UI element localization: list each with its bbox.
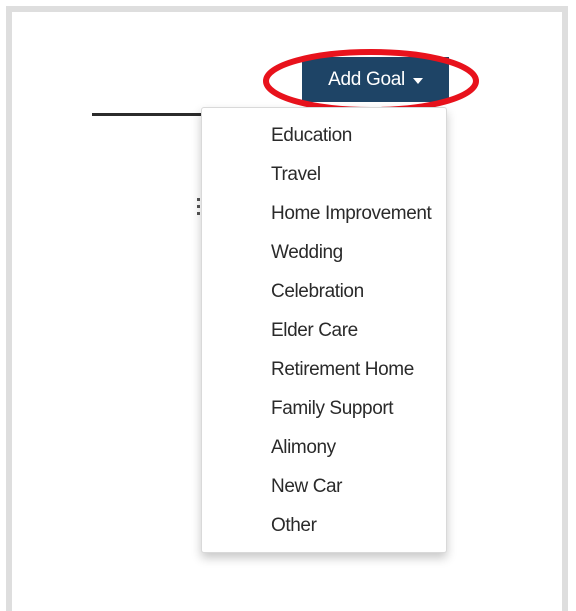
menu-item-retirement-home[interactable]: Retirement Home [242, 350, 446, 389]
add-goal-label: Add Goal [328, 68, 405, 90]
menu-item-home-improvement[interactable]: Home Improvement [242, 194, 446, 233]
menu-item-celebration[interactable]: Celebration [242, 272, 446, 311]
caret-down-icon [412, 77, 423, 84]
add-goal-button[interactable]: Add Goal [302, 57, 449, 102]
menu-item-elder-care[interactable]: Elder Care [242, 311, 446, 350]
add-goal-dropdown-menu: Education Travel Home Improvement Weddin… [201, 107, 447, 553]
menu-item-other[interactable]: Other [242, 506, 446, 545]
background-handle [197, 198, 200, 216]
menu-item-family-support[interactable]: Family Support [242, 389, 446, 428]
menu-item-alimony[interactable]: Alimony [242, 428, 446, 467]
menu-item-travel[interactable]: Travel [242, 155, 446, 194]
menu-item-education[interactable]: Education [242, 116, 446, 155]
tab-underline [92, 113, 204, 116]
menu-item-wedding[interactable]: Wedding [242, 233, 446, 272]
menu-item-new-car[interactable]: New Car [242, 467, 446, 506]
